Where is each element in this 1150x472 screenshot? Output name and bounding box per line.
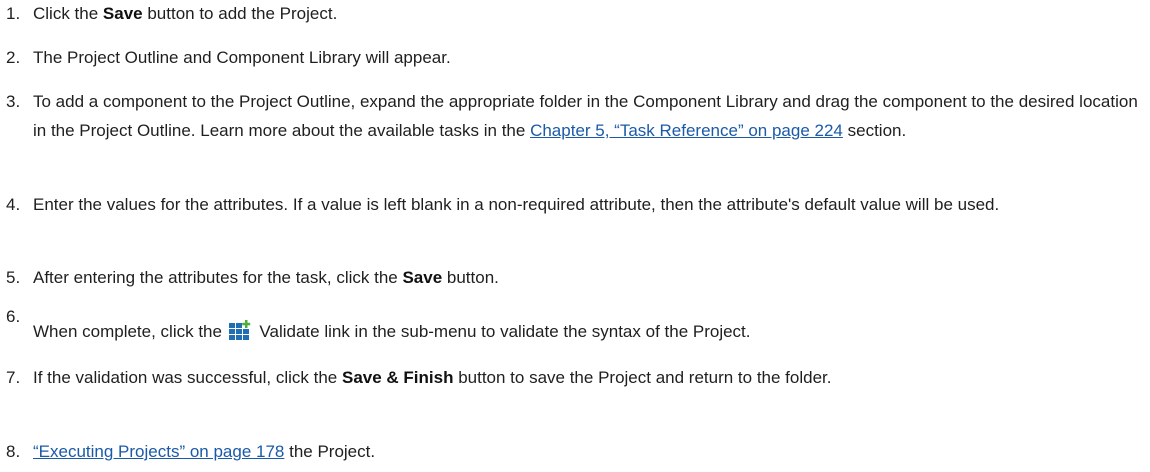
step-text: To add a component to the Project Outlin… bbox=[33, 87, 1140, 145]
step-number: 6. bbox=[6, 307, 21, 326]
step-text-part: After entering the attributes for the ta… bbox=[33, 268, 403, 287]
step-text-part: Validate link in the sub-menu to validat… bbox=[254, 322, 751, 341]
step-text-part: If the validation was successful, click … bbox=[33, 368, 342, 387]
step-text-part: section. bbox=[842, 121, 907, 140]
step-text-part: Click the bbox=[33, 4, 103, 23]
step-number: 3. bbox=[6, 92, 21, 111]
step-text: “Executing Projects” on page 178 the Pro… bbox=[33, 440, 1140, 464]
save-button-reference: Save bbox=[102, 4, 143, 23]
step-text-part: the Project. bbox=[284, 442, 376, 461]
step-number: 4. bbox=[6, 195, 21, 214]
task-reference-link[interactable]: Chapter 5, “Task Reference” on page 224 bbox=[530, 121, 843, 140]
step-text-part: When complete, click the bbox=[33, 322, 227, 341]
step-text-part: button. bbox=[442, 268, 499, 287]
executing-projects-link[interactable]: “Executing Projects” on page 178 bbox=[33, 442, 284, 461]
step-text: Click the Save button to add the Project… bbox=[33, 2, 1140, 26]
save-button-reference: Save bbox=[402, 268, 443, 287]
step-text: Enter the values for the attributes. If … bbox=[33, 195, 1000, 214]
step-text: The Project Outline and Component Librar… bbox=[33, 48, 451, 67]
step-number: 5. bbox=[6, 268, 21, 287]
step-number: 1. bbox=[6, 4, 21, 23]
step-text: If the validation was successful, click … bbox=[33, 363, 1140, 392]
step-text-part: button to add the Project. bbox=[142, 4, 338, 23]
step-text-part: button to save the Project and return to… bbox=[453, 368, 832, 387]
step-number: 7. bbox=[6, 368, 21, 387]
step-text: When complete, click the Validate link i… bbox=[33, 320, 1140, 347]
step-number: 8. bbox=[6, 442, 21, 461]
validate-icon bbox=[228, 320, 251, 347]
instruction-steps: 1. Click the Save button to add the Proj… bbox=[0, 0, 1150, 472]
step-number: 2. bbox=[6, 48, 21, 67]
save-finish-button-reference: Save & Finish bbox=[341, 368, 454, 387]
step-text: After entering the attributes for the ta… bbox=[33, 266, 1140, 290]
